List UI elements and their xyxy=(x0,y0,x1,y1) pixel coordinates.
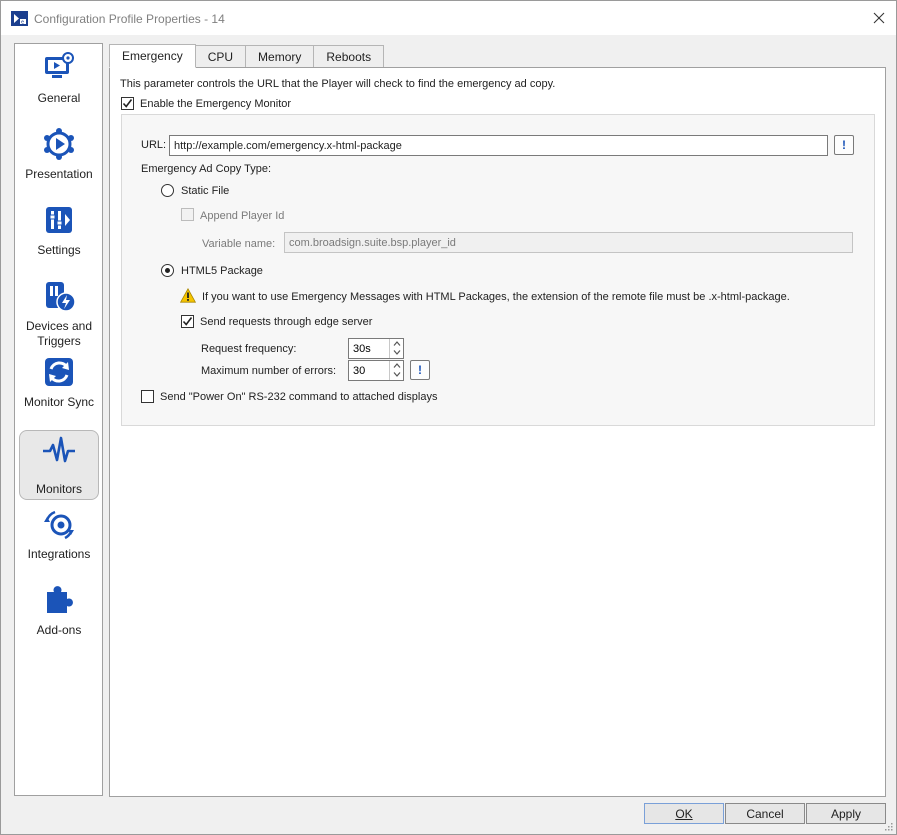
resize-grip-icon[interactable] xyxy=(883,821,893,831)
tab-strip: Emergency CPU Memory Reboots xyxy=(109,44,385,68)
chevron-down-icon xyxy=(393,372,400,377)
ad-copy-type-label: Emergency Ad Copy Type: xyxy=(141,163,272,175)
enable-emergency-checkbox[interactable] xyxy=(121,97,134,110)
sidebar-item-label: Settings xyxy=(37,243,81,257)
sidebar-item-monitors[interactable]: Monitors xyxy=(19,430,99,500)
sidebar-item-monitor-sync[interactable]: Monitor Sync xyxy=(19,354,99,410)
html5-package-label: HTML5 Package xyxy=(181,265,263,277)
html-package-warning-text: If you want to use Emergency Messages wi… xyxy=(202,291,790,303)
request-frequency-label: Request frequency: xyxy=(201,343,297,355)
request-frequency-input[interactable] xyxy=(349,339,387,358)
checkmark-icon xyxy=(122,99,133,108)
play-network-icon xyxy=(44,128,74,160)
sidebar-item-integrations[interactable]: Integrations xyxy=(19,506,99,562)
warning-icon xyxy=(180,288,196,303)
dialog-window: e Configuration Profile Properties - 14 … xyxy=(0,0,897,835)
variable-name-label: Variable name: xyxy=(202,238,276,250)
emergency-description: This parameter controls the URL that the… xyxy=(120,78,556,90)
tab-cpu[interactable]: CPU xyxy=(194,45,247,68)
url-label: URL: xyxy=(141,139,167,151)
enable-emergency-label: Enable the Emergency Monitor xyxy=(140,98,292,110)
max-errors-info-button[interactable]: ! xyxy=(410,360,430,380)
puzzle-icon xyxy=(47,586,73,613)
power-on-label: Send "Power On" RS-232 command to attach… xyxy=(160,391,438,403)
apply-button[interactable]: Apply xyxy=(806,803,886,824)
chevron-down-icon xyxy=(393,350,400,355)
window-title: Configuration Profile Properties - 14 xyxy=(34,12,225,26)
append-player-id-checkbox[interactable] xyxy=(181,208,194,221)
tab-emergency[interactable]: Emergency xyxy=(109,44,196,68)
spinner-down-button[interactable] xyxy=(390,348,403,357)
html5-package-radio[interactable] xyxy=(161,264,174,277)
edge-server-label: Send requests through edge server xyxy=(200,316,373,328)
sidebar-item-add-ons[interactable]: Add-ons xyxy=(19,582,99,638)
radio-selected-dot xyxy=(165,268,170,273)
append-player-id-label: Append Player Id xyxy=(200,210,285,222)
spinner-down-button[interactable] xyxy=(390,370,403,379)
title-bar: e Configuration Profile Properties - 14 xyxy=(1,1,896,35)
sidebar-item-presentation[interactable]: Presentation xyxy=(19,126,99,182)
close-icon xyxy=(873,12,885,24)
ok-button[interactable]: OK xyxy=(644,803,724,824)
sidebar-item-label: Devices and Triggers xyxy=(25,319,93,348)
url-info-button[interactable]: ! xyxy=(834,135,854,155)
spinner-arrows xyxy=(389,361,403,380)
checkmark-icon xyxy=(182,317,193,326)
chevron-up-icon xyxy=(393,363,400,368)
app-logo-icon: e xyxy=(11,11,28,26)
spinner-up-button[interactable] xyxy=(390,339,403,348)
chevron-up-icon xyxy=(393,341,400,346)
variable-name-input[interactable] xyxy=(284,232,853,253)
static-file-radio[interactable] xyxy=(161,184,174,197)
static-file-label: Static File xyxy=(181,185,230,197)
tab-memory[interactable]: Memory xyxy=(245,45,315,68)
monitor-gear-icon xyxy=(45,52,74,78)
sidebar-item-settings[interactable]: Settings xyxy=(19,202,99,258)
sidebar-item-label: Monitors xyxy=(35,482,82,496)
spinner-arrows xyxy=(389,339,403,358)
cancel-button[interactable]: Cancel xyxy=(725,803,805,824)
close-button[interactable] xyxy=(866,5,892,31)
cancel-button-label: Cancel xyxy=(746,806,784,821)
integrations-icon xyxy=(44,510,74,540)
sidebar-item-label: Add-ons xyxy=(36,623,82,637)
max-errors-input[interactable] xyxy=(349,361,387,380)
pulse-icon xyxy=(43,436,75,463)
tab-reboots[interactable]: Reboots xyxy=(313,45,385,68)
request-frequency-spinner[interactable] xyxy=(348,338,404,359)
sidebar-item-general[interactable]: General xyxy=(19,50,99,106)
url-input[interactable] xyxy=(169,135,828,156)
ok-button-label: OK xyxy=(675,806,693,821)
spinner-up-button[interactable] xyxy=(390,361,403,370)
power-on-checkbox[interactable] xyxy=(141,390,154,403)
sidebar-item-label: General xyxy=(37,91,81,105)
edge-server-checkbox[interactable] xyxy=(181,315,194,328)
max-errors-spinner[interactable] xyxy=(348,360,404,381)
sync-icon xyxy=(45,358,73,386)
sliders-icon xyxy=(46,207,72,233)
apply-button-label: Apply xyxy=(830,806,862,821)
sidebar-item-label: Presentation xyxy=(25,167,93,181)
sidebar-item-label: Monitor Sync xyxy=(23,395,95,409)
sidebar: General Presentation Settings Devices an… xyxy=(14,43,103,796)
devices-lightning-icon xyxy=(46,282,76,312)
sidebar-item-devices-and-triggers[interactable]: Devices and Triggers xyxy=(19,278,99,349)
max-errors-label: Maximum number of errors: xyxy=(201,365,337,377)
sidebar-item-label: Integrations xyxy=(27,547,91,561)
svg-text:e: e xyxy=(21,20,24,26)
